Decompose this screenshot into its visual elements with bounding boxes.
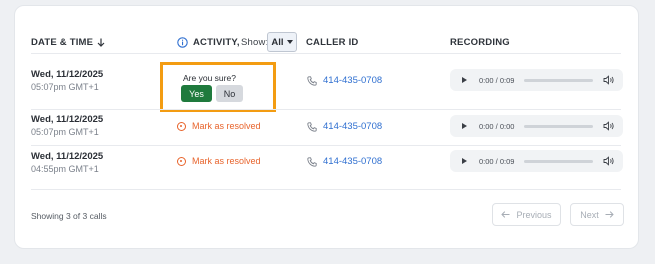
mark-resolved-link[interactable]: Mark as resolved (177, 156, 261, 166)
sort-down-arrow-icon (97, 38, 105, 47)
caller-number: 414-435-0708 (323, 121, 383, 132)
next-label: Next (580, 209, 599, 220)
resolve-dot-icon (177, 121, 186, 131)
next-button[interactable]: Next (570, 203, 624, 226)
info-icon[interactable] (177, 37, 188, 48)
player-time: 0:00 / 0:00 (479, 121, 515, 131)
player-time: 0:00 / 0:09 (479, 75, 515, 85)
table-bottom-divider (31, 189, 621, 190)
chevron-down-icon (286, 40, 293, 44)
mark-resolved-link[interactable]: Mark as resolved (177, 121, 261, 131)
show-filter-value: All (271, 36, 284, 48)
header-divider (31, 53, 621, 54)
phone-icon (307, 156, 317, 167)
seek-bar[interactable] (524, 124, 593, 128)
calls-card: DATE & TIME ACTIVITY, Show: All CALLER I… (14, 5, 639, 249)
row-time: 04:55pm GMT+1 (31, 164, 99, 174)
seek-bar[interactable] (524, 159, 593, 163)
no-button[interactable]: No (216, 85, 243, 102)
caller-link[interactable]: 414-435-0708 (307, 121, 382, 132)
activity-header: ACTIVITY, (177, 37, 240, 48)
player-time: 0:00 / 0:09 (479, 156, 515, 166)
date-time-header[interactable]: DATE & TIME (31, 37, 105, 48)
caller-number: 414-435-0708 (323, 75, 383, 86)
seek-bar[interactable] (524, 78, 593, 82)
confirm-popup: Are you sure? Yes No (160, 62, 276, 112)
row-date: Wed, 11/12/2025 (31, 69, 104, 80)
date-time-header-label: DATE & TIME (31, 37, 94, 48)
pagination-summary: Showing 3 of 3 calls (31, 211, 107, 221)
volume-icon[interactable] (603, 75, 615, 85)
phone-icon (307, 75, 317, 86)
arrow-right-icon (605, 211, 614, 218)
volume-icon[interactable] (603, 156, 615, 166)
show-label: Show: (241, 37, 269, 48)
activity-header-label: ACTIVITY, (193, 37, 240, 48)
row-divider (31, 145, 621, 146)
caller-link[interactable]: 414-435-0708 (307, 75, 382, 86)
caller-id-header: CALLER ID (306, 37, 359, 48)
phone-icon (307, 121, 317, 132)
row-date: Wed, 11/12/2025 (31, 151, 104, 162)
play-icon[interactable] (462, 77, 467, 83)
show-filter-select[interactable]: All (267, 32, 297, 52)
arrow-left-icon (501, 211, 510, 218)
row-date: Wed, 11/12/2025 (31, 114, 104, 125)
audio-player[interactable]: 0:00 / 0:09 (450, 69, 623, 91)
audio-player[interactable]: 0:00 / 0:00 (450, 115, 623, 137)
previous-label: Previous (516, 209, 552, 220)
caller-link[interactable]: 414-435-0708 (307, 156, 382, 167)
mark-resolved-label: Mark as resolved (192, 121, 261, 131)
confirm-question: Are you sure? (183, 73, 236, 83)
resolve-dot-icon (177, 156, 186, 166)
row-time: 05:07pm GMT+1 (31, 127, 99, 137)
row-divider (31, 109, 621, 110)
play-icon[interactable] (462, 158, 467, 164)
play-icon[interactable] (462, 123, 467, 129)
row-time: 05:07pm GMT+1 (31, 82, 99, 92)
caller-number: 414-435-0708 (323, 156, 383, 167)
previous-button[interactable]: Previous (492, 203, 561, 226)
recording-header: RECORDING (450, 37, 510, 48)
volume-icon[interactable] (603, 121, 615, 131)
mark-resolved-label: Mark as resolved (192, 156, 261, 166)
yes-button[interactable]: Yes (181, 85, 212, 102)
audio-player[interactable]: 0:00 / 0:09 (450, 150, 623, 172)
